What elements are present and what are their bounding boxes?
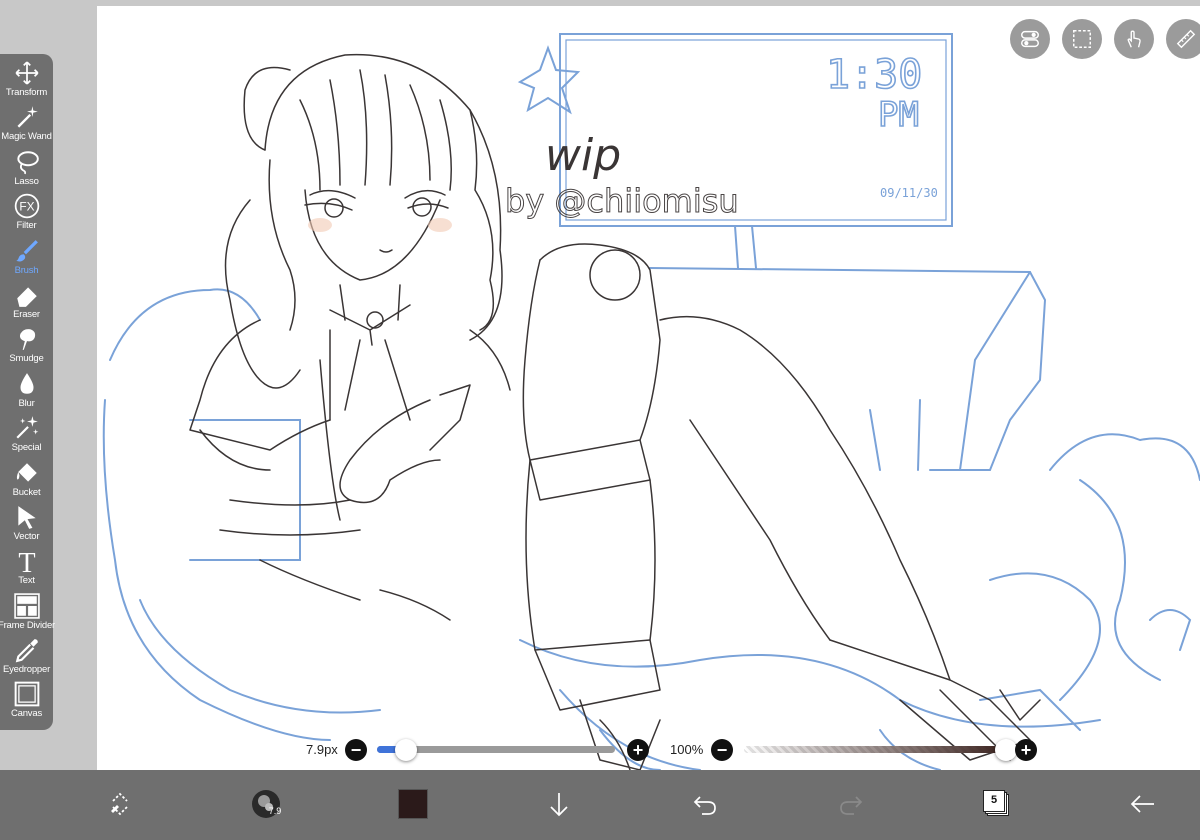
brush-size-label: 7.9px (306, 742, 338, 757)
tool-label: Lasso (14, 175, 39, 187)
touch-hand-icon (1127, 30, 1141, 48)
tool-label: Special (11, 442, 42, 454)
tool-label: Frame Divider (0, 619, 56, 631)
swap-icon (111, 792, 128, 816)
tool-special[interactable]: Special (0, 415, 53, 459)
back-arrow-icon (1130, 795, 1154, 813)
svg-text:7.9: 7.9 (269, 806, 281, 816)
tool-label: Eraser (13, 308, 40, 320)
brush-icon (15, 239, 38, 262)
brush-size-increase-button[interactable]: + (627, 739, 649, 761)
star-doodle (517, 45, 581, 115)
tool-sidebar: Transform Magic Wand Lasso FX Filter Bru… (0, 54, 56, 730)
tool-smudge[interactable]: Smudge (0, 326, 53, 370)
ruler-icon (1176, 29, 1196, 49)
brush-preview-button[interactable]: 7.9 (246, 784, 286, 824)
toggle-view-button[interactable] (1010, 19, 1050, 59)
tool-label: Smudge (9, 353, 44, 365)
tool-label: Bucket (12, 486, 41, 498)
tool-brush[interactable]: Brush (0, 238, 53, 282)
tool-eyedropper[interactable]: Eyedropper (0, 637, 53, 681)
sparkle-icon (15, 416, 38, 439)
back-button[interactable] (1123, 784, 1163, 824)
toggle-icon (1021, 30, 1039, 48)
color-swatch-button[interactable] (393, 784, 433, 824)
sign-date: 09/11/30 (880, 186, 938, 200)
tool-label: Eyedropper (2, 664, 51, 676)
brush-preview-icon: 7.9 (252, 790, 281, 818)
undo-icon (693, 796, 716, 815)
tool-text[interactable]: T Text (0, 548, 53, 592)
color-swatch (398, 789, 428, 819)
tool-label: Brush (14, 264, 39, 276)
tool-blur[interactable]: Blur (0, 371, 53, 415)
opacity-slider-knob[interactable] (995, 739, 1017, 761)
tool-label: Blur (18, 397, 35, 409)
redo-icon (840, 796, 863, 815)
tool-eraser[interactable]: Eraser (0, 282, 53, 326)
quick-swap-button[interactable] (100, 784, 140, 824)
sign-time-line2: PM (878, 95, 919, 135)
frame-divider-icon (13, 592, 40, 619)
download-button[interactable] (539, 784, 579, 824)
wip-text: wip (545, 130, 621, 181)
sign-time-line1: 1:30 (826, 52, 922, 98)
opacity-decrease-button[interactable]: − (711, 739, 733, 761)
tool-label: Text (18, 575, 35, 587)
selection-rect-icon (1073, 30, 1091, 48)
text-t-icon: T (18, 548, 35, 574)
touch-button[interactable] (1114, 19, 1154, 59)
move-arrows-icon (15, 61, 38, 85)
tool-label: Filter (16, 220, 37, 232)
tool-label: Magic Wand (1, 131, 52, 143)
canvas-square-icon (14, 682, 39, 707)
lasso-icon (16, 151, 39, 175)
brush-size-slider-knob[interactable] (394, 739, 417, 761)
bottom-toolbar: 7.9 5 (0, 770, 1200, 840)
drawing-canvas[interactable]: 1:30 PM 09/11/30 wip by @chiiomisu (97, 6, 1200, 770)
magic-wand-icon (16, 106, 38, 128)
svg-text:T: T (18, 548, 35, 574)
tool-canvas[interactable]: Canvas (0, 681, 53, 725)
eraser-icon (16, 287, 37, 307)
tool-vector[interactable]: Vector (0, 504, 53, 548)
tool-transform[interactable]: Transform (0, 60, 53, 104)
artwork-sketch: 1:30 PM 09/11/30 wip by @chiiomisu (102, 33, 1200, 770)
bucket-icon (16, 462, 37, 482)
down-arrow-icon (550, 793, 568, 817)
tool-magic-wand[interactable]: Magic Wand (0, 104, 53, 148)
smudge-icon (19, 329, 35, 351)
redo-button[interactable] (831, 784, 871, 824)
droplet-icon (20, 372, 33, 394)
selection-button[interactable] (1062, 19, 1102, 59)
layers-count: 5 (991, 794, 998, 806)
layers-button[interactable]: 5 (977, 784, 1017, 824)
tool-label: Transform (5, 87, 48, 98)
eyedropper-icon (15, 639, 38, 663)
brush-size-decrease-button[interactable]: − (345, 739, 367, 761)
brush-opacity-label: 100% (670, 742, 704, 757)
cursor-arrow-icon (17, 506, 36, 529)
ruler-button[interactable] (1166, 19, 1200, 59)
tool-label: Vector (13, 530, 40, 542)
tool-lasso[interactable]: Lasso (0, 149, 53, 193)
layers-icon: 5 (982, 789, 1012, 819)
svg-text:FX: FX (19, 200, 34, 214)
tool-bucket[interactable]: Bucket (0, 460, 53, 504)
opacity-increase-button[interactable]: + (1015, 739, 1037, 761)
opacity-slider-track[interactable] (744, 746, 1006, 753)
credit-text: by @chiiomisu (505, 182, 739, 220)
fx-icon: FX (14, 193, 39, 219)
tool-label: Canvas (10, 708, 42, 720)
undo-button[interactable] (685, 784, 725, 824)
tool-filter[interactable]: FX Filter (0, 193, 53, 237)
tool-frame-divider[interactable]: Frame Divider (0, 592, 56, 637)
